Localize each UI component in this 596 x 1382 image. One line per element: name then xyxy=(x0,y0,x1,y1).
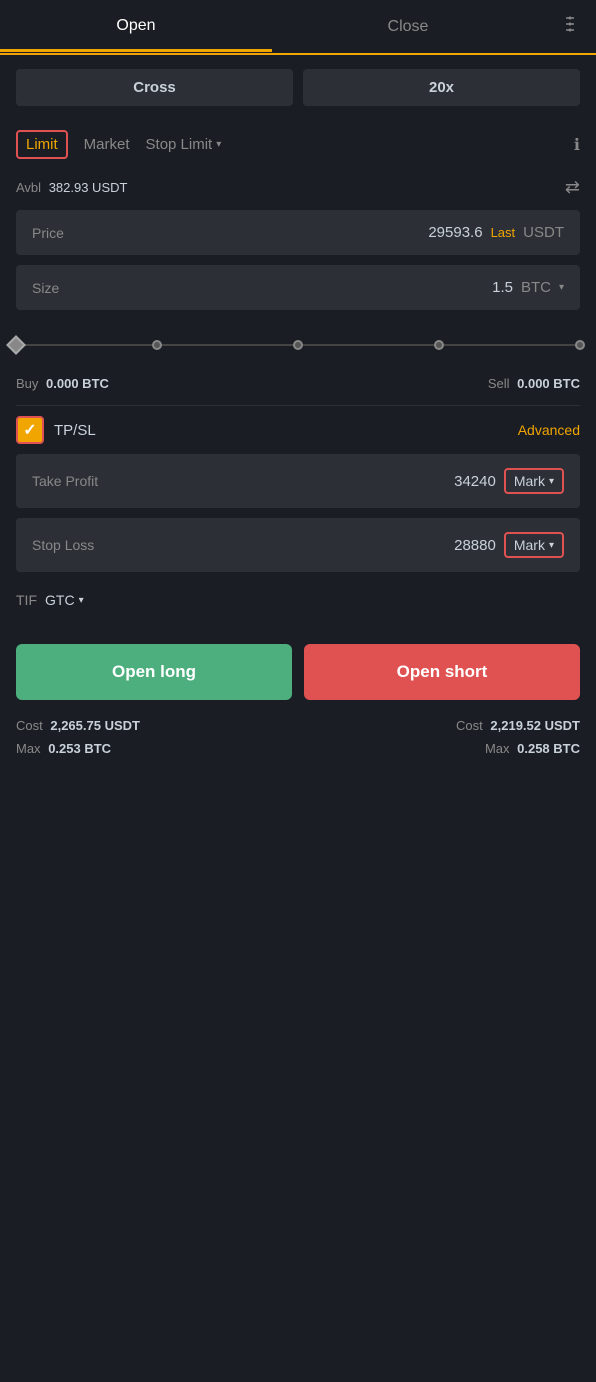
settings-icon[interactable] xyxy=(544,0,596,53)
stop-loss-arrow-icon: ▾ xyxy=(549,540,554,551)
tif-label: TIF xyxy=(16,592,37,608)
slider-dot-75[interactable] xyxy=(434,340,444,350)
size-value: 1.5 xyxy=(492,279,513,296)
slider-dot-50[interactable] xyxy=(293,340,303,350)
short-max: Max 0.258 BTC xyxy=(485,741,580,756)
buy-label: Buy 0.000 BTC xyxy=(16,376,109,391)
tif-dropdown[interactable]: GTC ▾ xyxy=(45,592,84,608)
stop-loss-right: 28880 Mark ▾ xyxy=(454,532,564,558)
size-field[interactable]: Size 1.5 BTC ▾ xyxy=(16,265,580,310)
order-type-limit[interactable]: Limit xyxy=(16,130,68,159)
max-row: Max 0.253 BTC Max 0.258 BTC xyxy=(0,737,596,772)
tpsl-label: TP/SL xyxy=(54,422,96,439)
tpsl-checkbox[interactable]: ✓ xyxy=(16,416,44,444)
tpsl-row: ✓ TP/SL Advanced xyxy=(0,406,596,454)
slider-track[interactable] xyxy=(16,344,580,346)
open-long-button[interactable]: Open long xyxy=(16,644,292,700)
size-value-area: 1.5 BTC ▾ xyxy=(492,279,564,296)
buy-sell-row: Buy 0.000 BTC Sell 0.000 BTC xyxy=(0,370,596,405)
size-label: Size xyxy=(32,280,59,296)
tpsl-left: ✓ TP/SL xyxy=(16,416,96,444)
avbl-value: 382.93 USDT xyxy=(49,180,128,195)
sell-value: 0.000 BTC xyxy=(517,376,580,391)
order-type-market[interactable]: Market xyxy=(84,136,130,153)
available-balance-row: Avbl 382.93 USDT ⇄ xyxy=(0,169,596,210)
top-tabs: Open Close xyxy=(0,0,596,55)
price-currency: USDT xyxy=(523,224,564,241)
trading-panel: Open Close Cross 20x Limit Market Stop L… xyxy=(0,0,596,772)
leverage-button[interactable]: 20x xyxy=(303,69,580,106)
short-cost: Cost 2,219.52 USDT xyxy=(456,718,580,733)
long-cost: Cost 2,265.75 USDT xyxy=(16,718,140,733)
take-profit-mark-dropdown[interactable]: Mark ▾ xyxy=(504,468,564,494)
last-label: Last xyxy=(491,225,516,240)
size-currency: BTC xyxy=(521,279,551,296)
slider-thumb[interactable] xyxy=(6,335,26,355)
transfer-icon[interactable]: ⇄ xyxy=(565,177,580,198)
margin-row: Cross 20x xyxy=(0,55,596,120)
price-value: 29593.6 xyxy=(428,224,482,241)
take-profit-field[interactable]: Take Profit 34240 Mark ▾ xyxy=(16,454,580,508)
tif-arrow-icon: ▾ xyxy=(79,595,84,606)
long-max-value: 0.253 BTC xyxy=(48,741,111,756)
buy-value: 0.000 BTC xyxy=(46,376,109,391)
avbl-label: Avbl 382.93 USDT xyxy=(16,180,127,195)
info-icon[interactable]: ℹ xyxy=(574,135,580,155)
tab-close[interactable]: Close xyxy=(272,4,544,50)
open-short-button[interactable]: Open short xyxy=(304,644,580,700)
sell-label: Sell 0.000 BTC xyxy=(488,376,580,391)
price-label: Price xyxy=(32,225,64,241)
tif-row: TIF GTC ▾ xyxy=(0,582,596,628)
size-dropdown-icon[interactable]: ▾ xyxy=(559,282,564,293)
stop-limit-arrow-icon: ▾ xyxy=(216,139,221,150)
short-max-value: 0.258 BTC xyxy=(517,741,580,756)
margin-type-button[interactable]: Cross xyxy=(16,69,293,106)
take-profit-label: Take Profit xyxy=(32,473,98,489)
check-icon: ✓ xyxy=(23,420,36,440)
stop-loss-value: 28880 xyxy=(454,537,496,554)
price-value-area: 29593.6 Last USDT xyxy=(428,224,564,241)
long-max: Max 0.253 BTC xyxy=(16,741,111,756)
tif-value: GTC xyxy=(45,592,75,608)
action-buttons: Open long Open short xyxy=(0,628,596,712)
short-cost-value: 2,219.52 USDT xyxy=(490,718,580,733)
order-type-stop-limit[interactable]: Stop Limit ▾ xyxy=(146,136,222,153)
order-type-row: Limit Market Stop Limit ▾ ℹ xyxy=(0,120,596,169)
stop-loss-field[interactable]: Stop Loss 28880 Mark ▾ xyxy=(16,518,580,572)
slider-container xyxy=(0,320,596,370)
tab-open[interactable]: Open xyxy=(0,3,272,52)
slider-dot-100[interactable] xyxy=(575,340,585,350)
take-profit-value: 34240 xyxy=(454,473,496,490)
stop-loss-label: Stop Loss xyxy=(32,537,94,553)
take-profit-right: 34240 Mark ▾ xyxy=(454,468,564,494)
stop-loss-mark-dropdown[interactable]: Mark ▾ xyxy=(504,532,564,558)
take-profit-arrow-icon: ▾ xyxy=(549,476,554,487)
long-cost-value: 2,265.75 USDT xyxy=(50,718,140,733)
cost-row: Cost 2,265.75 USDT Cost 2,219.52 USDT xyxy=(0,712,596,737)
price-field[interactable]: Price 29593.6 Last USDT xyxy=(16,210,580,255)
slider-dot-25[interactable] xyxy=(152,340,162,350)
advanced-link[interactable]: Advanced xyxy=(518,422,580,438)
